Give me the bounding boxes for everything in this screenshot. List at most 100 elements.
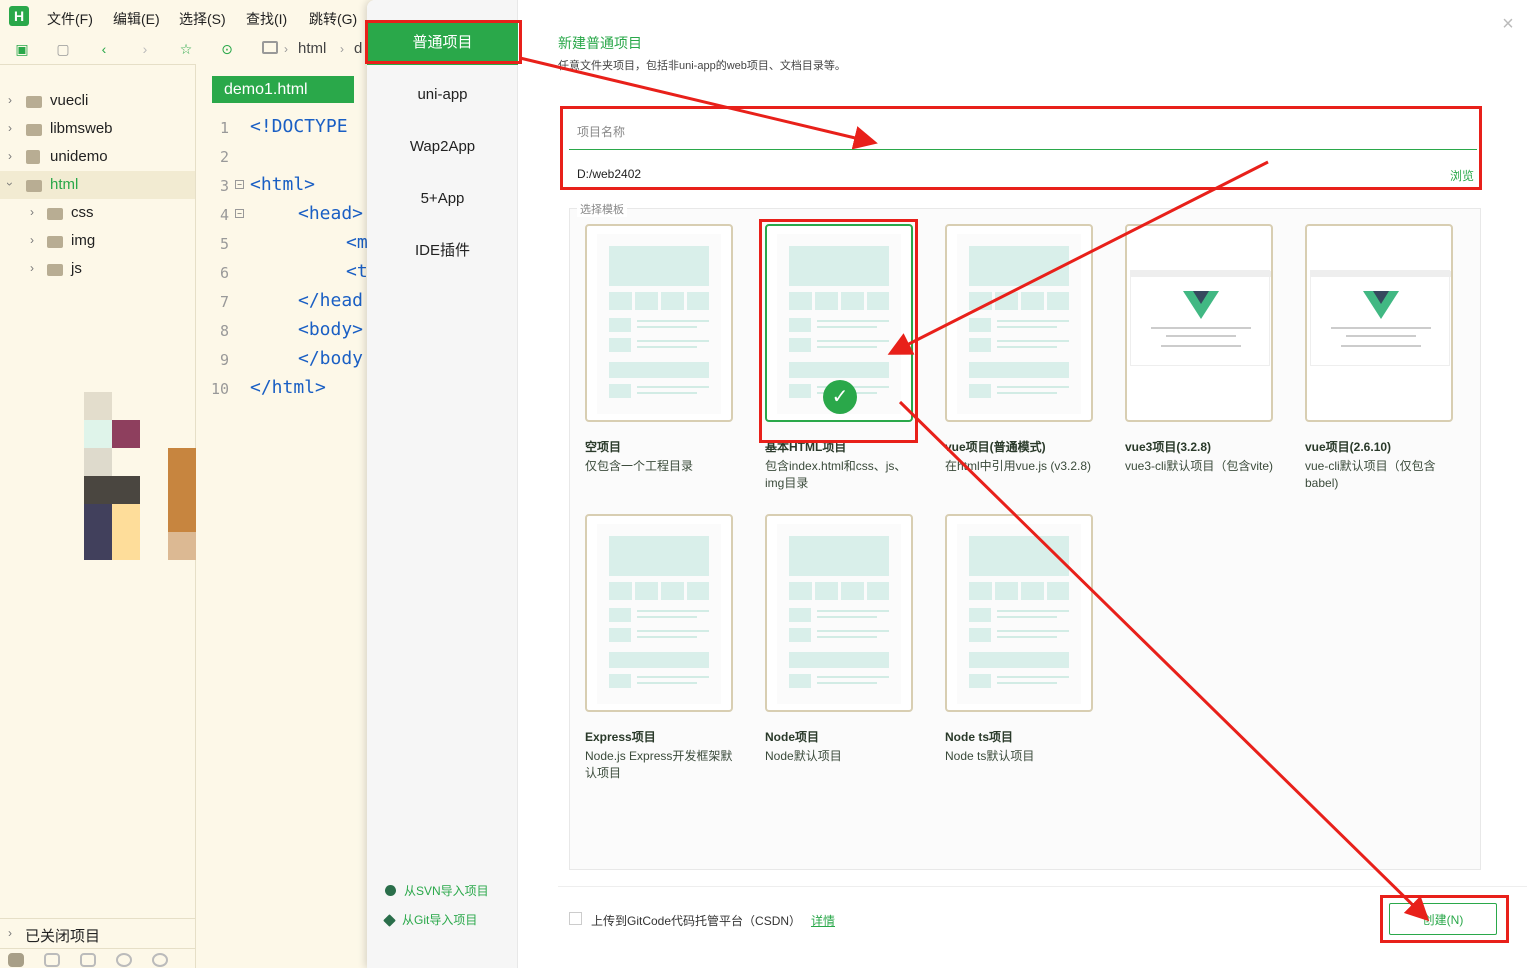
template-card[interactable]: [585, 224, 733, 422]
explorer-bottom-bar: [0, 948, 196, 968]
template-description: vue3-cli默认项目（包含vite): [1125, 459, 1274, 473]
tree-item-js[interactable]: › js: [0, 255, 195, 283]
chevron-right-icon[interactable]: ›: [8, 926, 12, 940]
template-preview-image: [957, 234, 1081, 414]
template-card[interactable]: [585, 514, 733, 712]
template-card[interactable]: [765, 514, 913, 712]
footer-divider: [558, 886, 1527, 887]
breadcrumb-folder-icon: [262, 41, 278, 54]
nav-wap2app[interactable]: Wap2App: [367, 125, 518, 169]
gitcode-label: 上传到GitCode代码托管平台（CSDN）: [591, 914, 802, 928]
code-line: 5 <m: [219, 232, 368, 253]
template-name: vue项目(2.6.10): [1305, 440, 1392, 454]
template-name: 空项目: [585, 440, 622, 454]
folder-icon: [26, 180, 42, 192]
globe-icon[interactable]: [152, 953, 168, 967]
breadcrumb-item[interactable]: html: [298, 40, 326, 57]
tree-item-libmsweb[interactable]: › libmsweb: [0, 115, 195, 143]
folder-icon[interactable]: [8, 953, 24, 967]
browse-button[interactable]: 浏览: [1450, 167, 1474, 184]
chevron-right-icon[interactable]: ›: [8, 93, 12, 107]
star-icon[interactable]: ☆: [177, 40, 195, 58]
template-description: Node.js Express开发框架默认项目: [585, 749, 733, 780]
folder-icon: [26, 124, 42, 136]
template-description: Node默认项目: [765, 749, 842, 763]
tree-item-label: unidemo: [50, 148, 108, 165]
tree-item-html[interactable]: › html: [0, 171, 195, 199]
chevron-right-icon[interactable]: ›: [8, 121, 12, 135]
new-project-dialog: 普通项目 uni-app Wap2App 5+App IDE插件 从SVN导入项…: [367, 0, 1527, 968]
menu-find[interactable]: 查找(I): [246, 9, 287, 29]
save-icon[interactable]: ▢: [54, 40, 72, 58]
chevron-right-icon[interactable]: ›: [30, 261, 34, 275]
nav-ide-plugin[interactable]: IDE插件: [367, 229, 518, 273]
tree-item-css[interactable]: › css: [0, 199, 195, 227]
close-icon[interactable]: ×: [1500, 14, 1516, 34]
project-path-value[interactable]: D:/web2402: [577, 167, 641, 181]
template-legend: 选择模板: [577, 201, 627, 217]
nav-5plus-app[interactable]: 5+App: [367, 177, 518, 221]
tree-item-label: vuecli: [50, 92, 89, 109]
template-name: vue项目(普通模式): [945, 440, 1046, 454]
template-card[interactable]: [1305, 224, 1453, 422]
code-line: 8 <body>: [219, 319, 364, 340]
closed-projects-label: 已关闭项目: [25, 928, 101, 945]
gitcode-checkbox[interactable]: [569, 912, 582, 925]
back-icon[interactable]: ‹: [95, 40, 113, 58]
template-description: 包含index.html和css、js、img目录: [765, 459, 907, 490]
code-line: 1 <!DOCTYPE: [219, 116, 348, 137]
file-tab[interactable]: demo1.html: [212, 76, 354, 103]
code-line: 3− <html>: [219, 174, 316, 195]
template-card[interactable]: [945, 514, 1093, 712]
menu-goto[interactable]: 跳转(G): [309, 9, 357, 29]
project-type-nav: 普通项目 uni-app Wap2App 5+App IDE插件 从SVN导入项…: [367, 0, 518, 968]
menu-file[interactable]: 文件(F): [47, 9, 93, 29]
breadcrumb-item[interactable]: d: [354, 40, 362, 57]
closed-projects-section[interactable]: › 已关闭项目: [0, 918, 196, 948]
vue-preview-image: [1130, 270, 1271, 366]
tree-item-unidemo[interactable]: › unidemo: [0, 143, 195, 171]
code-line: 4− <head>: [219, 203, 364, 224]
create-button[interactable]: 创建(N): [1389, 903, 1497, 935]
refresh-icon[interactable]: [116, 953, 132, 967]
tree-item-vuecli[interactable]: › vuecli: [0, 87, 195, 115]
template-description: Node ts默认项目: [945, 749, 1035, 763]
import-git-link[interactable]: 从Git导入项目: [383, 911, 477, 928]
template-name: Node ts项目: [945, 730, 1014, 744]
vue-preview-image: [1310, 270, 1451, 366]
nav-normal-project[interactable]: 普通项目: [367, 21, 518, 65]
chevron-right-icon[interactable]: ›: [30, 233, 34, 247]
nav-uni-app[interactable]: uni-app: [367, 73, 518, 117]
uni-project-icon: [26, 150, 40, 164]
gitcode-detail-link[interactable]: 详情: [811, 912, 835, 929]
menu-edit[interactable]: 编辑(E): [113, 9, 160, 29]
template-card[interactable]: [1125, 224, 1273, 422]
tree-item-label: libmsweb: [50, 120, 113, 137]
bug-icon[interactable]: [80, 953, 96, 967]
project-name-input[interactable]: [569, 114, 1477, 150]
template-name: Express项目: [585, 730, 656, 744]
template-description: 仅包含一个工程目录: [585, 459, 694, 473]
menu-bar: H 文件(F) 编辑(E) 选择(S) 查找(I) 跳转(G): [0, 0, 370, 34]
tree-item-img[interactable]: › img: [0, 227, 195, 255]
template-description: vue-cli默认项目（仅包含babel): [1305, 459, 1436, 490]
menu-select[interactable]: 选择(S): [179, 9, 226, 29]
chevron-right-icon[interactable]: ›: [8, 149, 12, 163]
import-svn-link[interactable]: 从SVN导入项目: [385, 882, 489, 899]
code-editor[interactable]: demo1.html 1 <!DOCTYPE 2 3− <html> 4− <head…: [197, 64, 369, 968]
new-file-icon[interactable]: ▣: [13, 40, 31, 58]
code-line: 10 </html>: [210, 377, 326, 398]
run-icon[interactable]: ⊙: [218, 40, 236, 58]
fold-icon: −: [235, 180, 244, 189]
fold-icon: −: [235, 209, 244, 218]
forward-icon[interactable]: ›: [136, 40, 154, 58]
chevron-right-icon[interactable]: ›: [30, 205, 34, 219]
code-line: 6 <t: [219, 261, 368, 282]
cloud-icon[interactable]: [44, 953, 60, 967]
template-card[interactable]: [945, 224, 1093, 422]
template-preview-image: [957, 524, 1081, 704]
template-card[interactable]: ✓: [765, 224, 913, 422]
dialog-subtitle: 任意文件夹项目，包括非uni-app的web项目、文档目录等。: [558, 60, 846, 72]
template-preview-image: [597, 234, 721, 414]
chevron-down-icon[interactable]: ›: [3, 182, 17, 186]
